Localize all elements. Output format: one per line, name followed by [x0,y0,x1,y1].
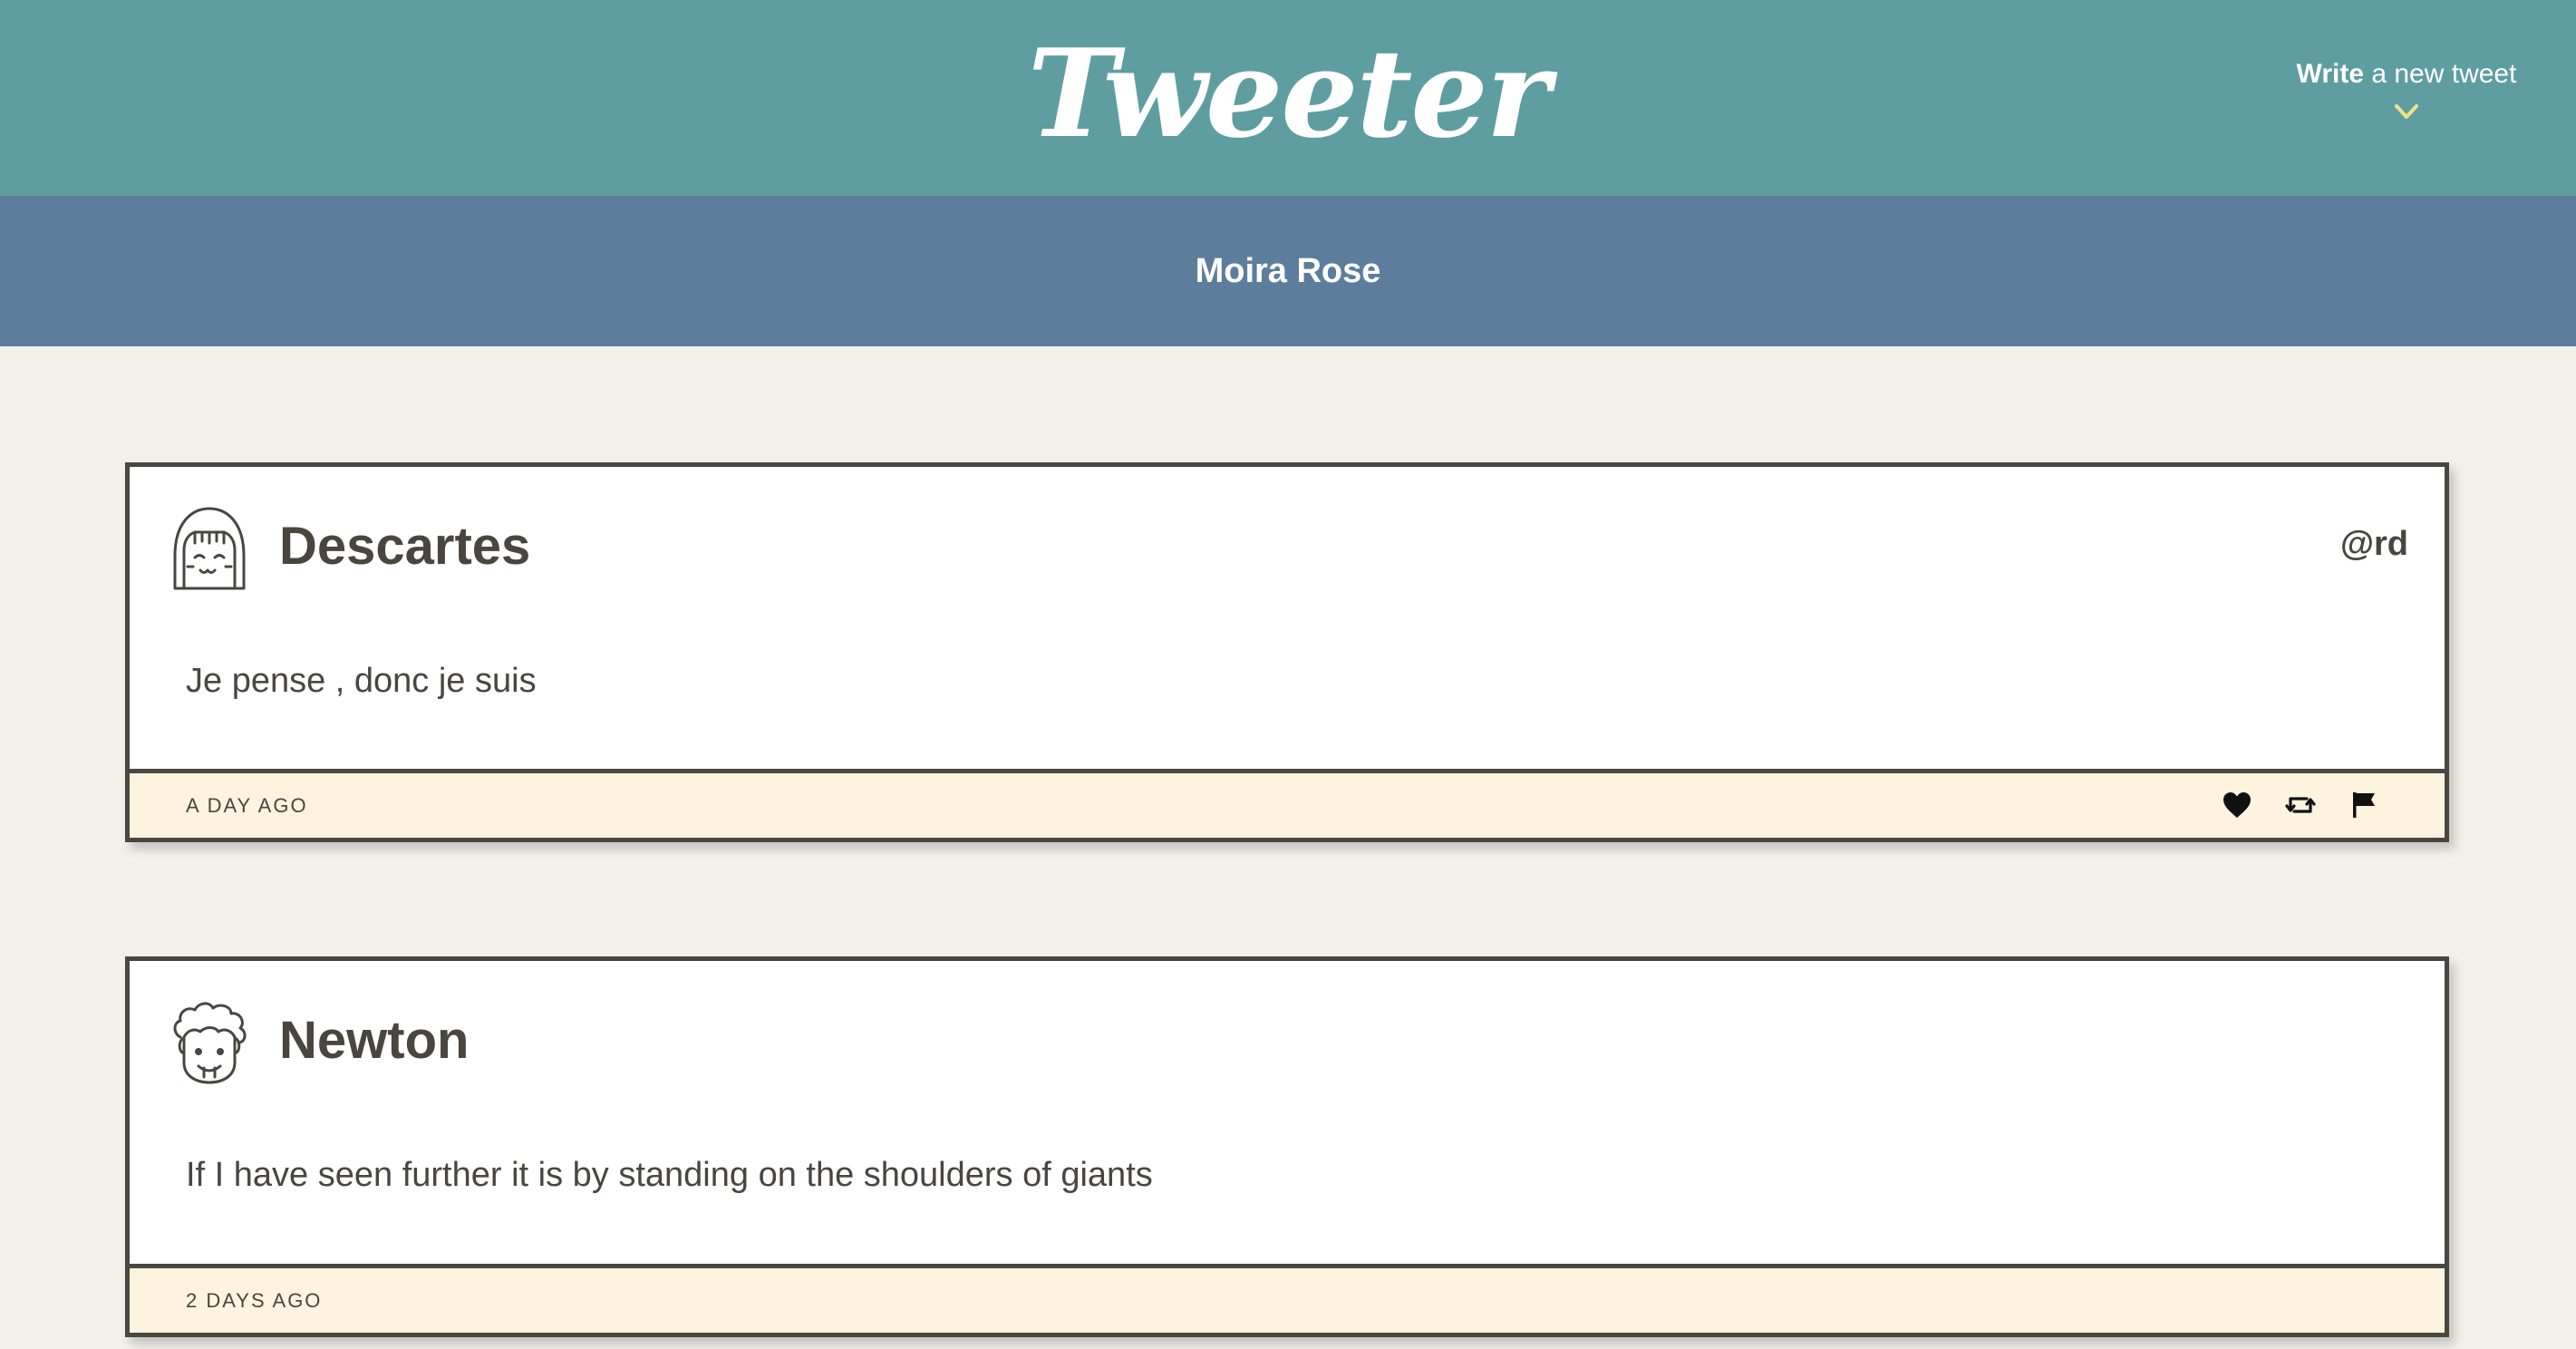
flag-icon [2353,792,2375,818]
tweet-content: Je pense , donc je suis [186,662,537,700]
girl-face-icon [173,507,246,590]
compose-label: Write a new tweet [2284,53,2529,96]
top-nav: Tweeter Write a new tweet [0,0,2576,196]
tweet-content: If I have seen further it is by standing… [186,1156,1153,1194]
flag-button[interactable] [2348,790,2379,820]
curly-hair-face-icon [173,1002,247,1084]
like-button[interactable] [2222,790,2252,820]
tweet-header: Descartes @rd [130,467,2445,648]
profile-banner: Moira Rose [0,196,2576,346]
retweet-icon [2285,797,2316,813]
tweet-card: Descartes @rd Je pense , donc je suis A … [125,462,2449,842]
compose-label-rest: a new tweet [2364,59,2517,89]
tweet-author-name: Descartes [279,517,531,576]
compose-toggle-button[interactable]: Write a new tweet [2284,53,2529,152]
heart-icon [2223,792,2251,818]
tweet-card: Newton If I have seen further it is by s… [125,956,2449,1337]
tweet-author-name: Newton [279,1011,470,1070]
compose-label-strong: Write [2296,59,2365,89]
tweet-timestamp: A DAY AGO [186,794,308,817]
tweet-footer: A DAY AGO [130,769,2445,838]
retweet-button[interactable] [2285,790,2316,820]
logo[interactable]: Tweeter [0,16,2576,170]
profile-name: Moira Rose [1195,252,1381,290]
tweet-author-handle: @rd [2339,525,2408,563]
tweet-header: Newton [130,961,2445,1142]
tweet-footer: 2 DAYS AGO [130,1264,2445,1333]
chevron-down-icon[interactable] [2393,102,2420,121]
tweet-timestamp: 2 DAYS AGO [186,1289,323,1312]
tweet-actions [2222,790,2379,822]
